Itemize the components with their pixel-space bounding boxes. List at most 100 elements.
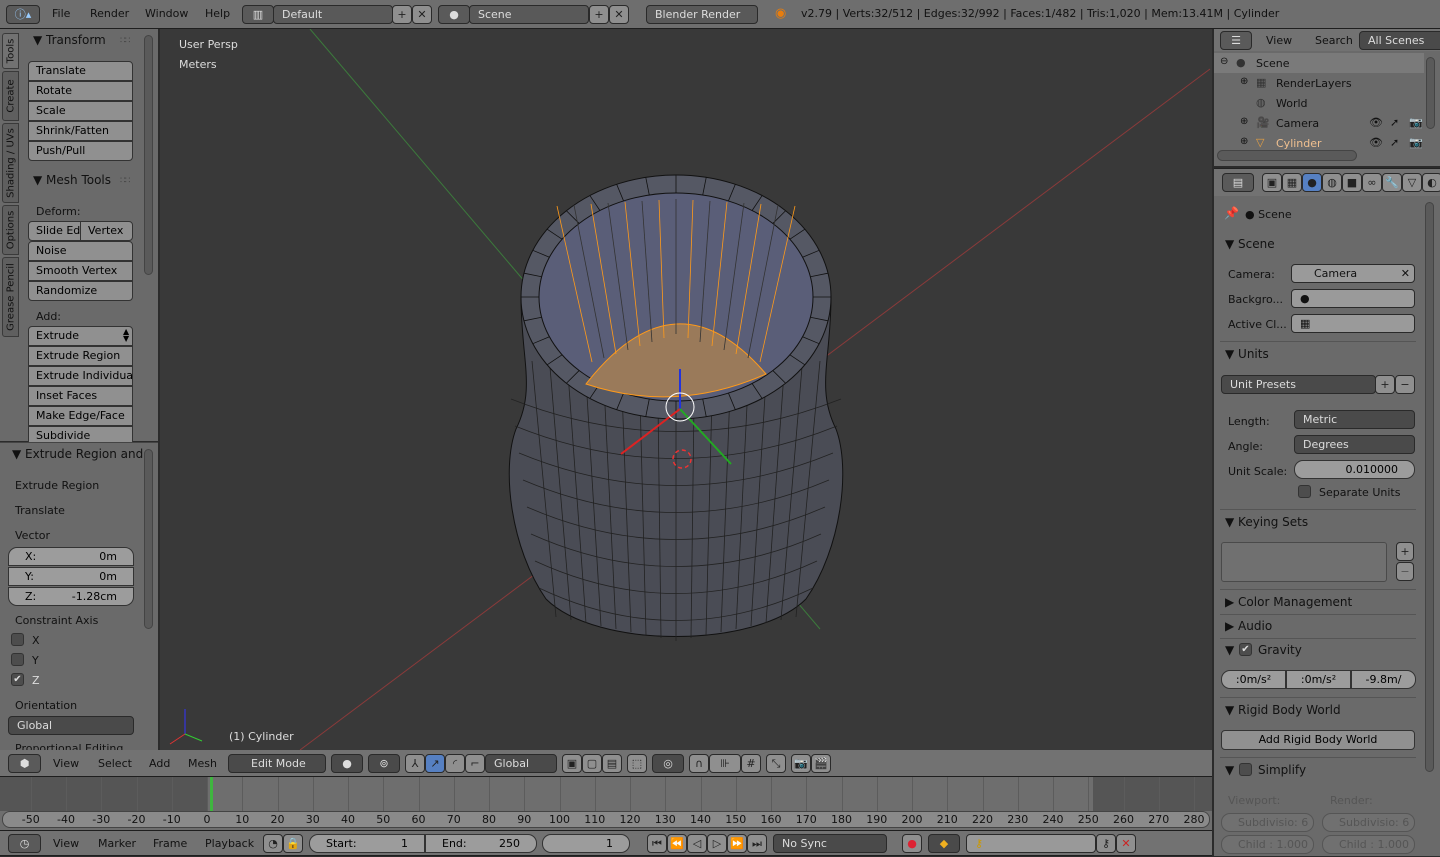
slide-vertex-button[interactable]: Vertex	[80, 221, 133, 241]
camera-field[interactable]: Camera ✕	[1291, 264, 1415, 283]
render-child-field[interactable]: Child : 1.000	[1322, 835, 1415, 854]
separate-units-checkbox[interactable]	[1298, 485, 1311, 498]
jump-keyframe-forward-icon[interactable]: ⏩	[727, 834, 747, 853]
inset-faces-button[interactable]: Inset Faces	[28, 386, 133, 406]
properties-scrollbar[interactable]	[1425, 202, 1434, 772]
expand-icon[interactable]: ⊕	[1240, 136, 1248, 147]
tab-shading-uvs[interactable]: Shading / UVs	[2, 123, 19, 203]
add-layout-button[interactable]: +	[392, 5, 412, 24]
make-edge-face-button[interactable]: Make Edge/Face	[28, 406, 133, 426]
scale-manipulator-icon[interactable]: ⌐	[465, 754, 485, 773]
properties-tab-data-icon[interactable]: ▽	[1402, 173, 1422, 192]
scene-panel-header[interactable]: ▼ Scene	[1225, 237, 1275, 251]
extrude-individual-button[interactable]: Extrude Individual	[28, 366, 133, 386]
play-icon[interactable]: ▷	[707, 834, 727, 853]
record-icon[interactable]: ●	[902, 834, 922, 853]
scale-button[interactable]: Scale	[28, 101, 133, 121]
editor-type-info-button[interactable]: ⓘ▴	[6, 5, 40, 24]
tool-shelf-scrollbar[interactable]	[144, 35, 153, 275]
lock-icon[interactable]: 🔒	[283, 834, 303, 853]
render-image-icon[interactable]: 📷	[791, 754, 811, 773]
visibility-eye-icon[interactable]: 👁	[1369, 116, 1383, 129]
drag-handle-icon[interactable]: ∷∷	[120, 36, 131, 46]
tab-options[interactable]: Options	[2, 205, 19, 255]
properties-tab-scene-icon[interactable]: ●	[1302, 173, 1322, 192]
keying-type-button[interactable]: ◆	[928, 834, 960, 853]
properties-tab-constraints-icon[interactable]: ∞	[1362, 173, 1382, 192]
rotate-manipulator-icon[interactable]: ◜	[445, 754, 465, 773]
add-preset-button[interactable]: +	[1375, 375, 1395, 394]
scene-select[interactable]: Scene	[469, 5, 589, 24]
properties-tab-world-icon[interactable]: ◍	[1322, 173, 1342, 192]
delete-keyframe-icon[interactable]: ✕	[1116, 834, 1136, 853]
redo-panel-header[interactable]: ▼ Extrude Region and	[12, 447, 143, 461]
audio-panel-header[interactable]: ▶ Audio	[1225, 619, 1272, 633]
menu-view[interactable]: View	[53, 750, 79, 777]
current-frame-indicator[interactable]	[209, 777, 213, 811]
visibility-eye-icon[interactable]: 👁	[1369, 136, 1383, 149]
gravity-z-field[interactable]: -9.8m/	[1351, 670, 1416, 689]
slide-edge-button[interactable]: Slide Ed	[28, 221, 81, 241]
menu-file[interactable]: File	[52, 0, 70, 28]
simplify-panel-header[interactable]: ▼	[1225, 763, 1234, 777]
keying-sets-list[interactable]	[1221, 542, 1387, 582]
jump-keyframe-back-icon[interactable]: ⏪	[667, 834, 687, 853]
menu-add[interactable]: Add	[149, 750, 170, 777]
mesh-tools-panel-header[interactable]: ▼ Mesh Tools	[33, 173, 111, 187]
edge-select-icon[interactable]: ▢	[582, 754, 602, 773]
push-pull-button[interactable]: Push/Pull	[28, 141, 133, 161]
expand-icon[interactable]: ⊕	[1240, 116, 1248, 127]
rigid-body-panel-header[interactable]: ▼ Rigid Body World	[1225, 703, 1341, 717]
remove-layout-button[interactable]: ✕	[412, 5, 432, 24]
timeline-area[interactable]	[0, 777, 1212, 830]
constraint-y-checkbox[interactable]	[11, 653, 24, 666]
renderable-camera-icon[interactable]: 📷	[1409, 116, 1423, 129]
add-keying-set-button[interactable]: +	[1396, 542, 1414, 561]
tab-create[interactable]: Create	[2, 71, 19, 121]
noise-button[interactable]: Noise	[28, 241, 133, 261]
snap-target-icon[interactable]: #	[741, 754, 761, 773]
render-subdivision-field[interactable]: Subdivisio: 6	[1322, 813, 1415, 832]
insert-keyframe-icon[interactable]: ⚷	[1096, 834, 1116, 853]
snap-element-button[interactable]: ⊪	[709, 754, 741, 773]
redo-scrollbar[interactable]	[144, 449, 153, 629]
editor-type-properties-button[interactable]: ▤	[1222, 173, 1254, 192]
remove-keying-set-button[interactable]: −	[1396, 562, 1414, 581]
add-scene-button[interactable]: +	[589, 5, 609, 24]
extrude-dropdown[interactable]: Extrude	[28, 326, 133, 346]
editor-type-outliner-button[interactable]: ☰	[1220, 31, 1252, 50]
smooth-vertex-button[interactable]: Smooth Vertex	[28, 261, 133, 281]
extrude-region-button[interactable]: Extrude Region	[28, 346, 133, 366]
length-select[interactable]: Metric	[1294, 410, 1415, 429]
keying-set-field[interactable]: ⚷	[966, 834, 1096, 853]
menu-frame[interactable]: Frame	[153, 831, 187, 857]
menu-search[interactable]: Search	[1315, 29, 1353, 53]
simplify-checkbox[interactable]	[1239, 763, 1252, 776]
gravity-checkbox[interactable]: ✔	[1239, 643, 1252, 656]
viewport-child-field[interactable]: Child : 1.000	[1221, 835, 1314, 854]
properties-tab-material-icon[interactable]: ◐	[1422, 173, 1440, 192]
layout-select[interactable]: Default	[273, 5, 393, 24]
menu-render[interactable]: Render	[90, 0, 129, 28]
sync-mode-select[interactable]: No Sync	[773, 834, 887, 853]
properties-tab-render-layers-icon[interactable]: ▦	[1282, 173, 1302, 192]
current-frame-field[interactable]: 1	[542, 834, 630, 853]
layout-icon[interactable]: ▥	[242, 5, 274, 24]
transform-orientation-select[interactable]: Global	[485, 754, 557, 773]
gravity-x-field[interactable]: :0m/s²	[1221, 670, 1286, 689]
expand-icon[interactable]: ⊖	[1220, 56, 1228, 67]
randomize-button[interactable]: Randomize	[28, 281, 133, 301]
unit-presets-select[interactable]: Unit Presets	[1221, 375, 1376, 394]
menu-mesh[interactable]: Mesh	[188, 750, 217, 777]
editor-type-timeline-button[interactable]: ◷	[8, 834, 41, 853]
unit-scale-field[interactable]: 0.010000	[1294, 460, 1415, 479]
rotate-button[interactable]: Rotate	[28, 81, 133, 101]
vector-y-field[interactable]: Y: 0m	[8, 567, 134, 586]
render-animation-icon[interactable]: 🎬	[811, 754, 831, 773]
pin-icon[interactable]: 📌	[1224, 206, 1239, 220]
menu-help[interactable]: Help	[205, 0, 230, 28]
vector-z-field[interactable]: Z: -1.28cm	[8, 587, 134, 606]
end-frame-field[interactable]: End: 250	[425, 834, 537, 853]
vertex-select-icon[interactable]: ▣	[562, 754, 582, 773]
jump-start-icon[interactable]: ⏮	[647, 834, 667, 853]
